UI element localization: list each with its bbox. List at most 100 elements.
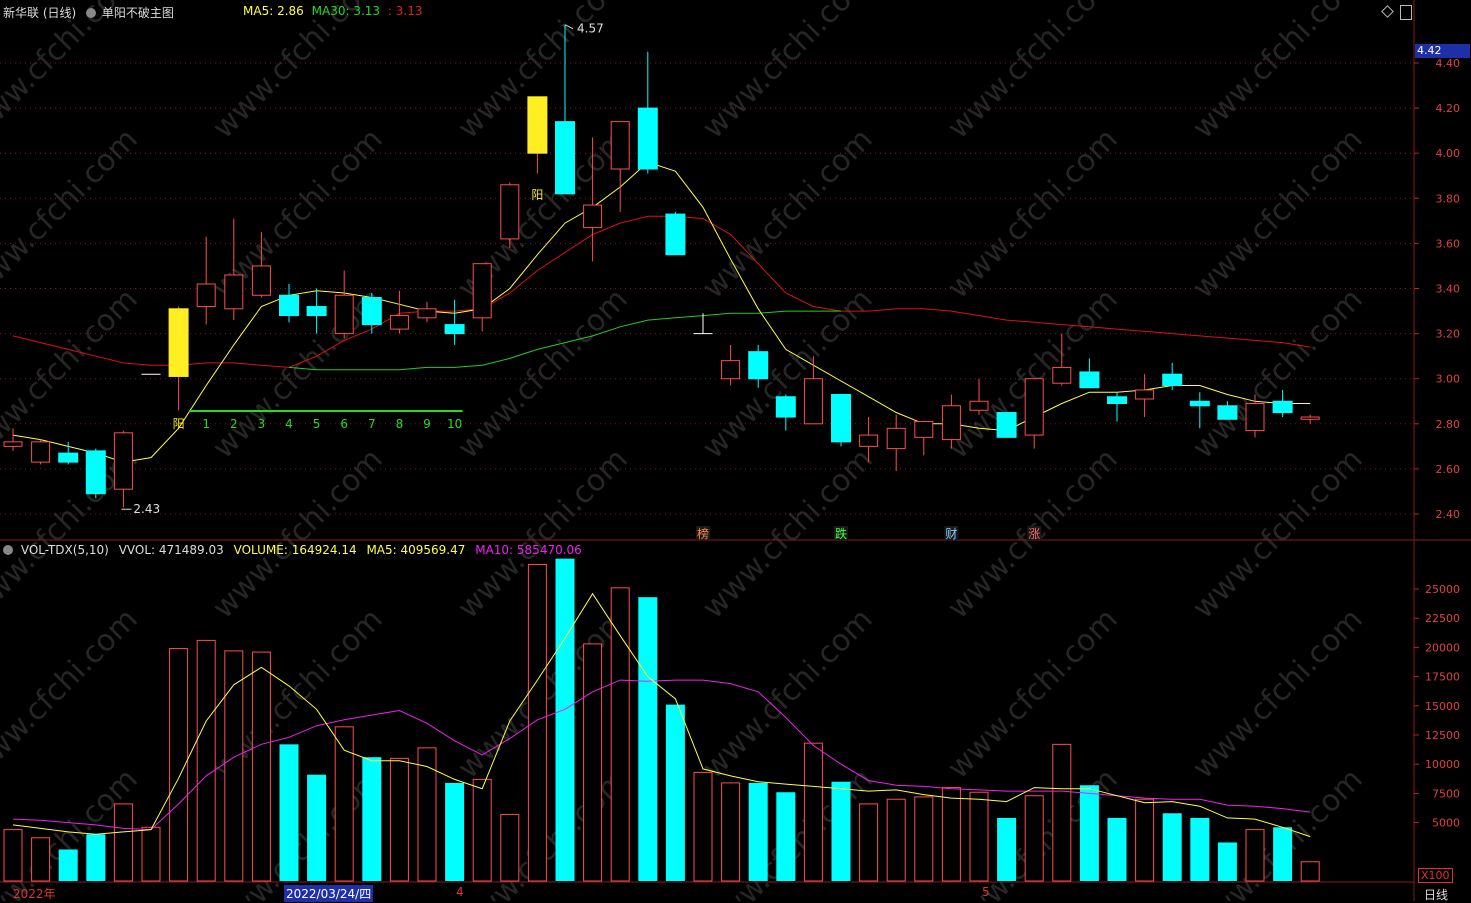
volume-bar bbox=[472, 778, 492, 882]
price-tick-label: 3.00 bbox=[1436, 373, 1461, 386]
volume-bar bbox=[196, 639, 216, 882]
volume-bar bbox=[307, 774, 327, 881]
count-label: 8 bbox=[396, 417, 404, 431]
candle-body bbox=[555, 121, 575, 195]
ma5-label: MA5: bbox=[243, 4, 274, 18]
count-label: 4 bbox=[285, 417, 293, 431]
watermark-text: www.cfchi.com bbox=[696, 602, 880, 786]
volume-tick-label: 22500 bbox=[1425, 612, 1460, 625]
circle-icon[interactable] bbox=[3, 545, 13, 555]
volume-bar bbox=[389, 757, 409, 882]
volume-bar bbox=[500, 813, 520, 882]
period-tab[interactable]: 日线 bbox=[1424, 886, 1448, 903]
watermark-text: www.cfchi.com bbox=[696, 442, 880, 626]
ma30-label: MA30: bbox=[311, 4, 350, 18]
volume-bar bbox=[583, 643, 603, 882]
volume-value: VOLUME: 164924.14 bbox=[233, 543, 357, 557]
volume-bar bbox=[445, 782, 465, 881]
watermark-text: www.cfchi.com bbox=[696, 122, 880, 306]
volume-bar bbox=[31, 837, 51, 882]
low-price-label: 2.43 bbox=[133, 502, 160, 516]
volume-bar bbox=[831, 781, 851, 881]
vvol-value: VVOL: 471489.03 bbox=[118, 543, 224, 557]
watermark-text: www.cfchi.com bbox=[941, 602, 1125, 786]
volume-bar bbox=[859, 803, 879, 882]
price-tick-label: 3.20 bbox=[1436, 328, 1461, 341]
formula-name[interactable]: 单阳不破主图 bbox=[102, 6, 174, 20]
watermark-text: www.cfchi.com bbox=[206, 442, 390, 626]
candle-body bbox=[886, 427, 906, 450]
volume-bar bbox=[1052, 743, 1072, 882]
count-label: 6 bbox=[340, 417, 348, 431]
candle-body bbox=[527, 96, 548, 154]
volume-bar bbox=[1245, 829, 1265, 882]
event-marker-label: 榜 bbox=[697, 526, 709, 541]
price-tick-label: 3.40 bbox=[1436, 283, 1461, 296]
selected-date-label: 2022/03/24/四 bbox=[284, 885, 374, 902]
price-tick-label: 2.40 bbox=[1436, 508, 1461, 521]
volume-bar bbox=[251, 651, 271, 882]
circle-icon[interactable] bbox=[86, 8, 97, 18]
volume-bar bbox=[362, 757, 382, 881]
candle-body bbox=[969, 400, 989, 411]
volume-bar bbox=[1162, 813, 1182, 881]
volume-bar bbox=[58, 849, 78, 881]
volume-bar bbox=[693, 771, 713, 882]
candle-body bbox=[279, 294, 299, 317]
volume-bar bbox=[527, 563, 547, 882]
volume-bar bbox=[1024, 795, 1044, 882]
volume-bar bbox=[1079, 785, 1099, 881]
count-label: 9 bbox=[423, 417, 431, 431]
volume-tick-label: 7500 bbox=[1432, 787, 1460, 800]
candle-body bbox=[444, 324, 465, 335]
volume-indicator-name[interactable]: VOL-TDX(5,10) bbox=[21, 543, 109, 557]
vol-ma5-value: MA5: 409569.47 bbox=[366, 543, 466, 557]
high-price-label: 4.57 bbox=[577, 22, 604, 36]
candle-body bbox=[31, 441, 51, 463]
scrollbar-icon[interactable] bbox=[1400, 5, 1412, 20]
candle-body bbox=[583, 204, 603, 229]
count-label: 7 bbox=[368, 417, 376, 431]
watermark-text: www.cfchi.com bbox=[1186, 602, 1370, 786]
volume-tick-label: 12500 bbox=[1425, 729, 1460, 742]
count-label: 1 bbox=[202, 417, 210, 431]
candle-body bbox=[85, 450, 106, 495]
volume-bar bbox=[721, 782, 741, 882]
candle-body bbox=[1217, 405, 1238, 420]
price-tick-label: 3.80 bbox=[1436, 192, 1461, 205]
volume-header: VOL-TDX(5,10) VVOL: 471489.03 VOLUME: 16… bbox=[3, 543, 582, 557]
month-4-label: 4 bbox=[456, 885, 464, 899]
watermark-text: www.cfchi.com bbox=[0, 602, 145, 786]
price-axis: 4.40 4.20 4.00 3.80 3.60 3.40 3.20 3.00 2.80 2.60… bbox=[1414, 57, 1460, 521]
watermark-text: www.cfchi.com bbox=[0, 122, 145, 306]
kline-chart[interactable]: www.cfchi.com www.cfchi.com www.cfchi.com w… bbox=[0, 0, 1471, 901]
volume-bar bbox=[141, 826, 161, 882]
candle-body bbox=[1107, 396, 1127, 405]
event-marker-label: 跌 bbox=[835, 526, 847, 541]
yang-signal-label: 阳 bbox=[173, 417, 185, 431]
volume-tick-label: 5000 bbox=[1432, 817, 1460, 830]
month-5-label: 5 bbox=[982, 885, 990, 899]
volume-bar bbox=[1135, 798, 1155, 882]
candle-body bbox=[1052, 366, 1072, 384]
volume-bar bbox=[113, 803, 133, 882]
candle-body bbox=[224, 274, 244, 310]
stock-name[interactable]: 新华联 (日线) bbox=[3, 6, 76, 20]
volume-bar bbox=[1190, 817, 1210, 881]
extra-value: 3.13 bbox=[395, 4, 423, 18]
volume-bar bbox=[555, 558, 575, 881]
count-label: 3 bbox=[258, 417, 266, 431]
candle-body bbox=[637, 107, 658, 170]
volume-tick-label: 17500 bbox=[1425, 671, 1460, 684]
vol-ma10-value: MA10: 585470.06 bbox=[475, 543, 582, 557]
price-tick-label: 2.60 bbox=[1436, 463, 1461, 476]
volume-bar bbox=[638, 597, 658, 881]
volume-unit-label: X100 bbox=[1418, 868, 1453, 883]
candle-body bbox=[1024, 378, 1044, 436]
candle-body bbox=[748, 351, 769, 380]
count-label: 10 bbox=[447, 417, 462, 431]
ma30-value: 3.13 bbox=[353, 4, 381, 18]
price-tick-label: 4.40 bbox=[1436, 57, 1461, 70]
candle-body bbox=[941, 405, 961, 441]
count-label: 5 bbox=[313, 417, 321, 431]
